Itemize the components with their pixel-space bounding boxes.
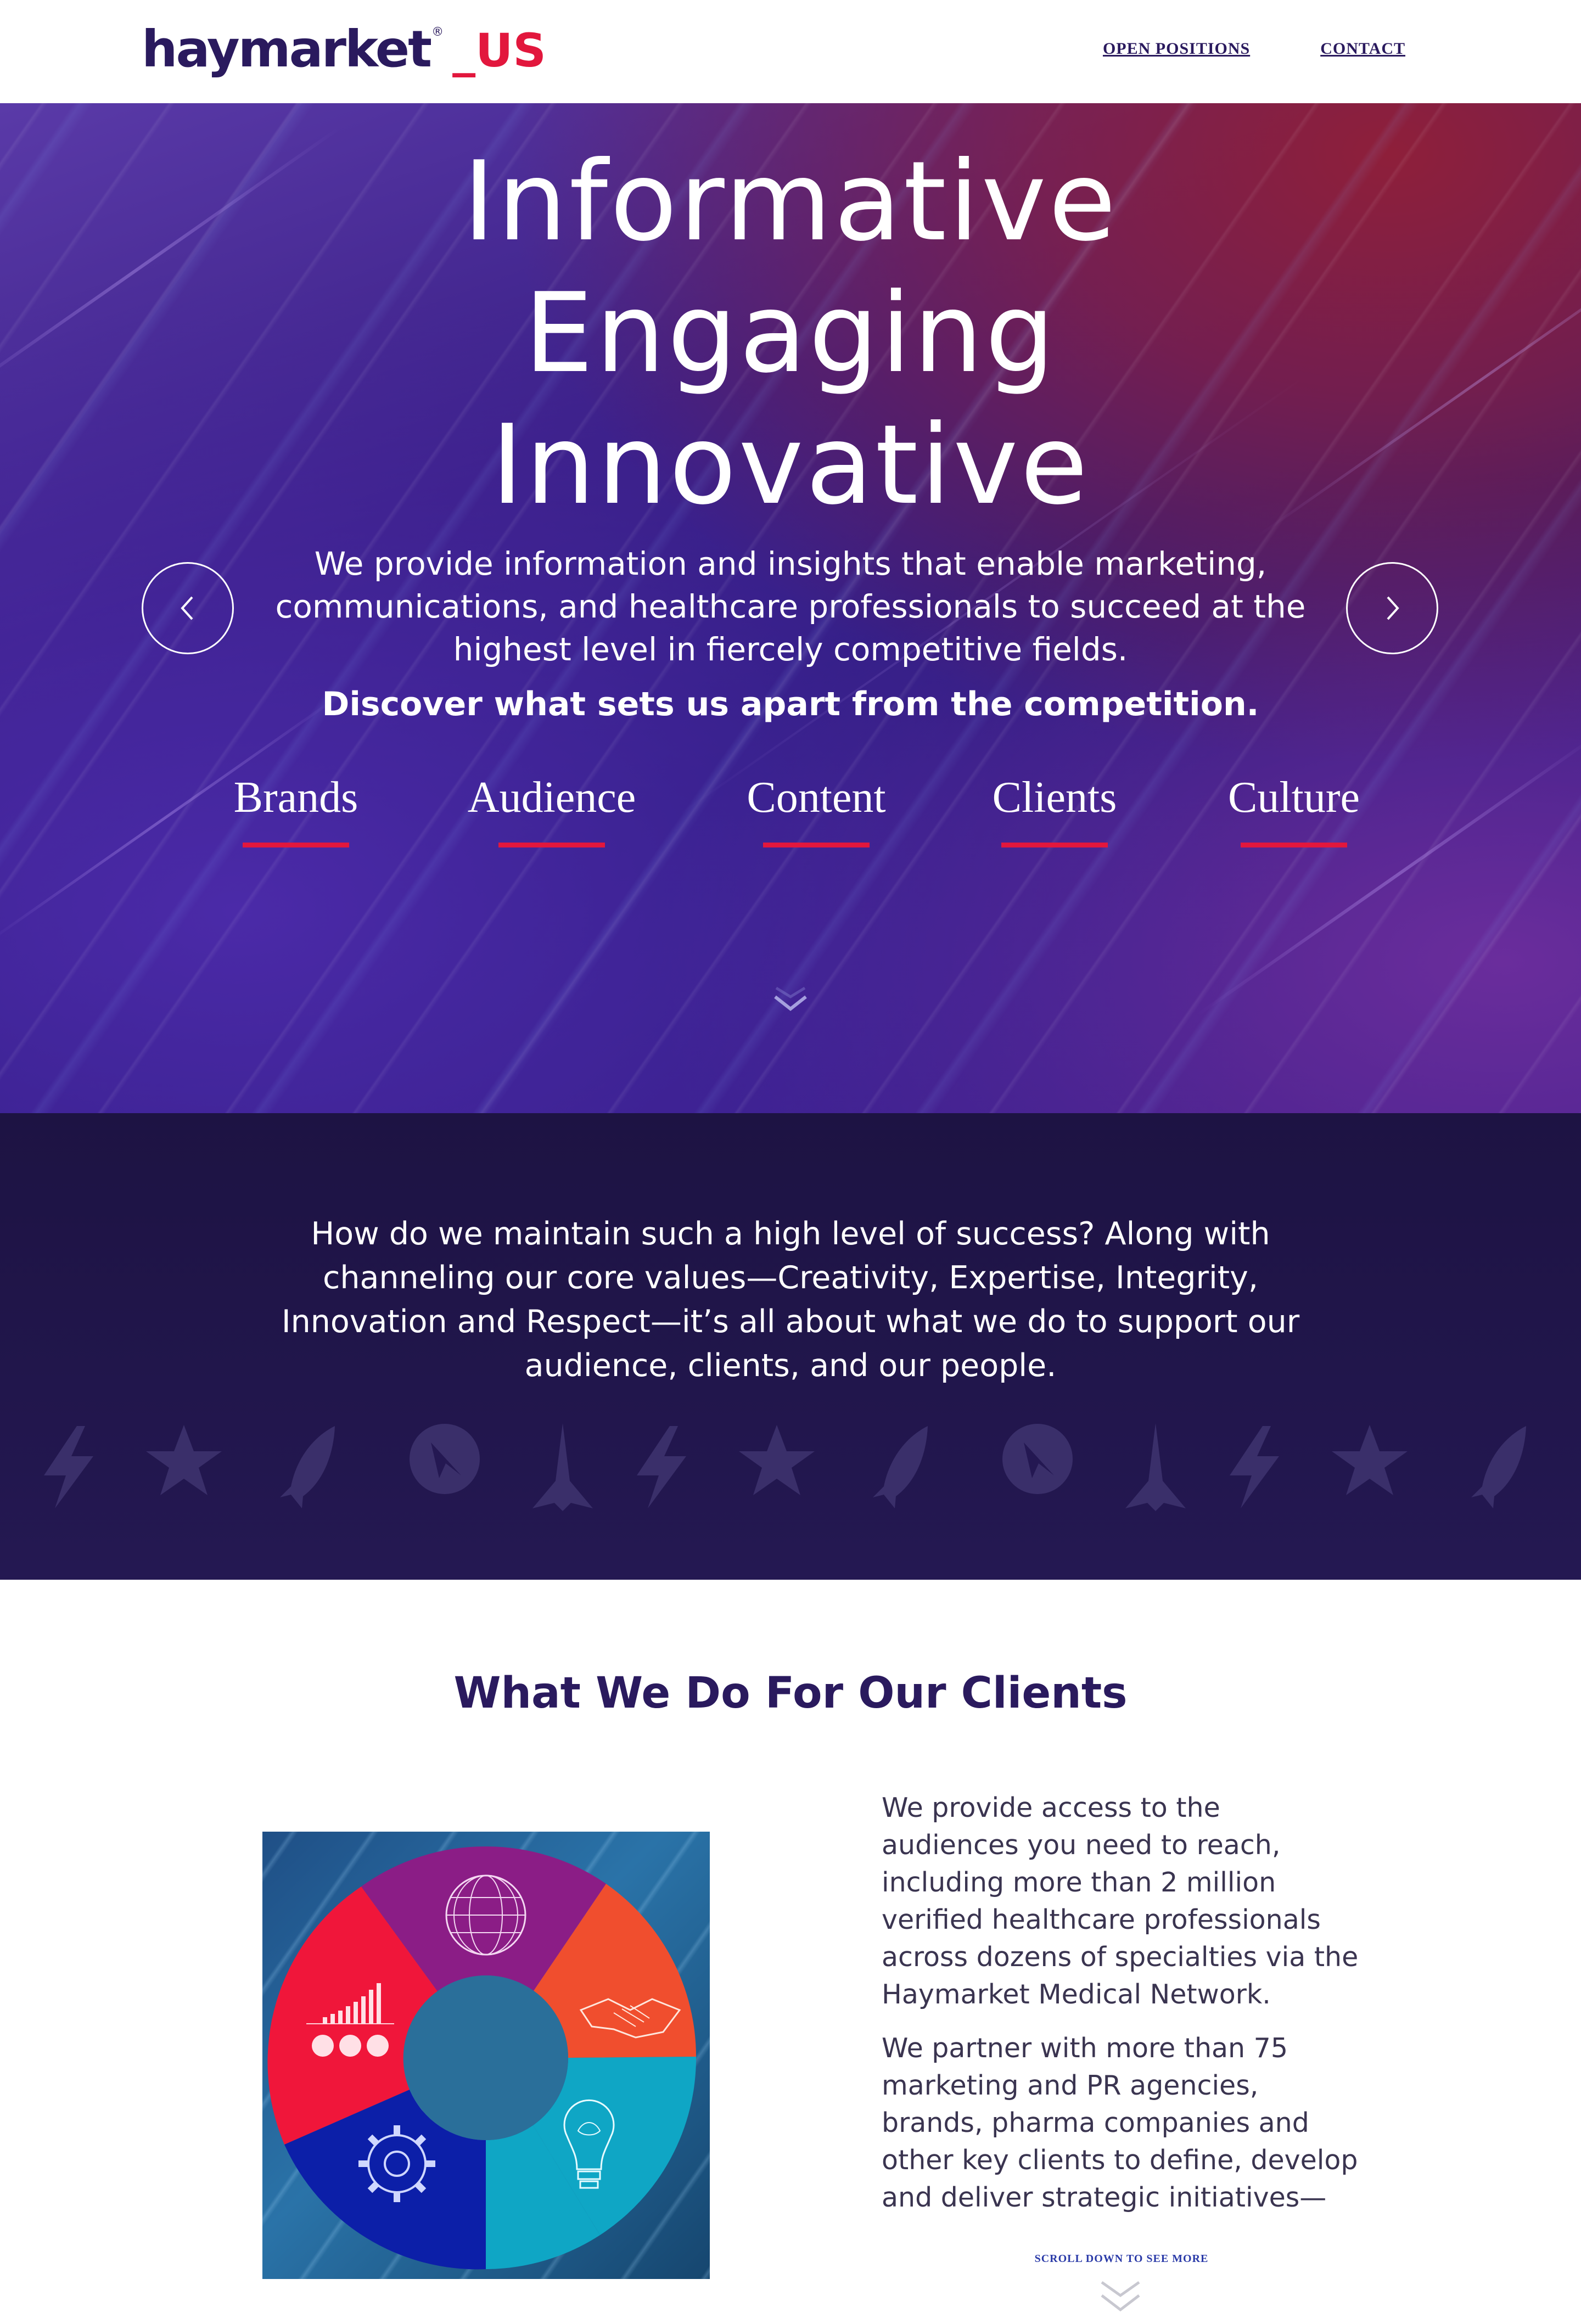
- clients-paragraph: We partner with more than 75 marketing a…: [882, 2033, 1358, 2213]
- nav-contact-link[interactable]: CONTACT: [1320, 40, 1405, 58]
- compass-icon: [410, 1424, 480, 1494]
- tab-label: Audience: [467, 773, 636, 822]
- headline-line-3: Innovative: [491, 401, 1090, 529]
- tab-label: Clients: [992, 773, 1117, 822]
- services-wheel: [267, 1846, 697, 2270]
- chevron-down-icon[interactable]: [1097, 2278, 1143, 2316]
- headline-line-1: Informative: [463, 138, 1118, 266]
- top-nav: OPEN POSITIONS CONTACT: [1103, 40, 1405, 58]
- star-icon: [146, 1425, 222, 1495]
- clients-description: We provide access to the audiences you n…: [882, 1789, 1365, 2233]
- lightning-icon: [44, 1426, 93, 1508]
- hero-cta-text: Discover what sets us apart from the com…: [322, 685, 1259, 723]
- tab-underline: [498, 843, 605, 847]
- carousel-next-button[interactable]: [1346, 562, 1438, 654]
- services-wheel-image: [262, 1832, 710, 2279]
- tab-label: Culture: [1228, 773, 1360, 822]
- spire-icon: [532, 1423, 593, 1511]
- rocket-icon: [873, 1426, 928, 1508]
- tab-brands[interactable]: Brands: [233, 773, 359, 847]
- core-values-text: How do we maintain such a high level of …: [281, 1216, 1300, 1384]
- tab-clients[interactable]: Clients: [991, 773, 1118, 847]
- hero-section: Informative Engaging Innovative We provi…: [0, 103, 1581, 1113]
- tab-audience[interactable]: Audience: [467, 773, 637, 847]
- logo-region-suffix: _US: [452, 24, 546, 77]
- values-icon-row: [0, 1421, 1581, 1530]
- clients-section-title: What We Do For Our Clients: [453, 1669, 1128, 1718]
- logo-wordmark: haymarket: [142, 20, 432, 78]
- tab-underline: [1001, 843, 1108, 847]
- core-values-section: How do we maintain such a high level of …: [0, 1113, 1581, 1580]
- tab-underline: [1241, 843, 1347, 847]
- rocket-icon: [280, 1426, 335, 1508]
- tab-label: Content: [747, 773, 886, 822]
- haymarket-logo[interactable]: haymarket ® _US: [142, 20, 546, 80]
- spire-icon: [1125, 1423, 1186, 1511]
- logo-registered-mark: ®: [431, 25, 444, 39]
- compass-icon: [1002, 1424, 1073, 1494]
- tab-underline: [243, 843, 349, 847]
- hero-description: We provide information and insights that…: [275, 545, 1306, 668]
- lightning-icon: [1230, 1426, 1279, 1508]
- rocket-icon: [1471, 1426, 1526, 1508]
- carousel-prev-button[interactable]: [142, 562, 234, 654]
- section-tabs: Brands Audience Content Clients Culture: [0, 773, 1581, 850]
- chevron-down-icon[interactable]: [769, 984, 812, 1017]
- tab-label: Brands: [233, 773, 358, 822]
- tab-content[interactable]: Content: [742, 773, 890, 847]
- lightning-icon: [637, 1426, 686, 1508]
- tab-culture[interactable]: Culture: [1225, 773, 1363, 847]
- nav-open-positions-link[interactable]: OPEN POSITIONS: [1103, 40, 1250, 58]
- clients-paragraph: We provide access to the audiences you n…: [882, 1792, 1359, 2010]
- tab-underline: [763, 843, 870, 847]
- hero-headline: Informative Engaging Innovative: [0, 136, 1581, 531]
- scroll-more-label[interactable]: SCROLL DOWN TO SEE MORE: [984, 2253, 1259, 2265]
- chevron-left-icon: [181, 596, 193, 620]
- site-header: haymarket ® _US OPEN POSITIONS CONTACT: [0, 0, 1581, 103]
- text-fade-overlay: [856, 2218, 1405, 2283]
- star-icon: [1332, 1425, 1408, 1495]
- chevron-right-icon: [1387, 596, 1399, 620]
- headline-line-2: Engaging: [524, 270, 1057, 397]
- star-icon: [739, 1425, 815, 1495]
